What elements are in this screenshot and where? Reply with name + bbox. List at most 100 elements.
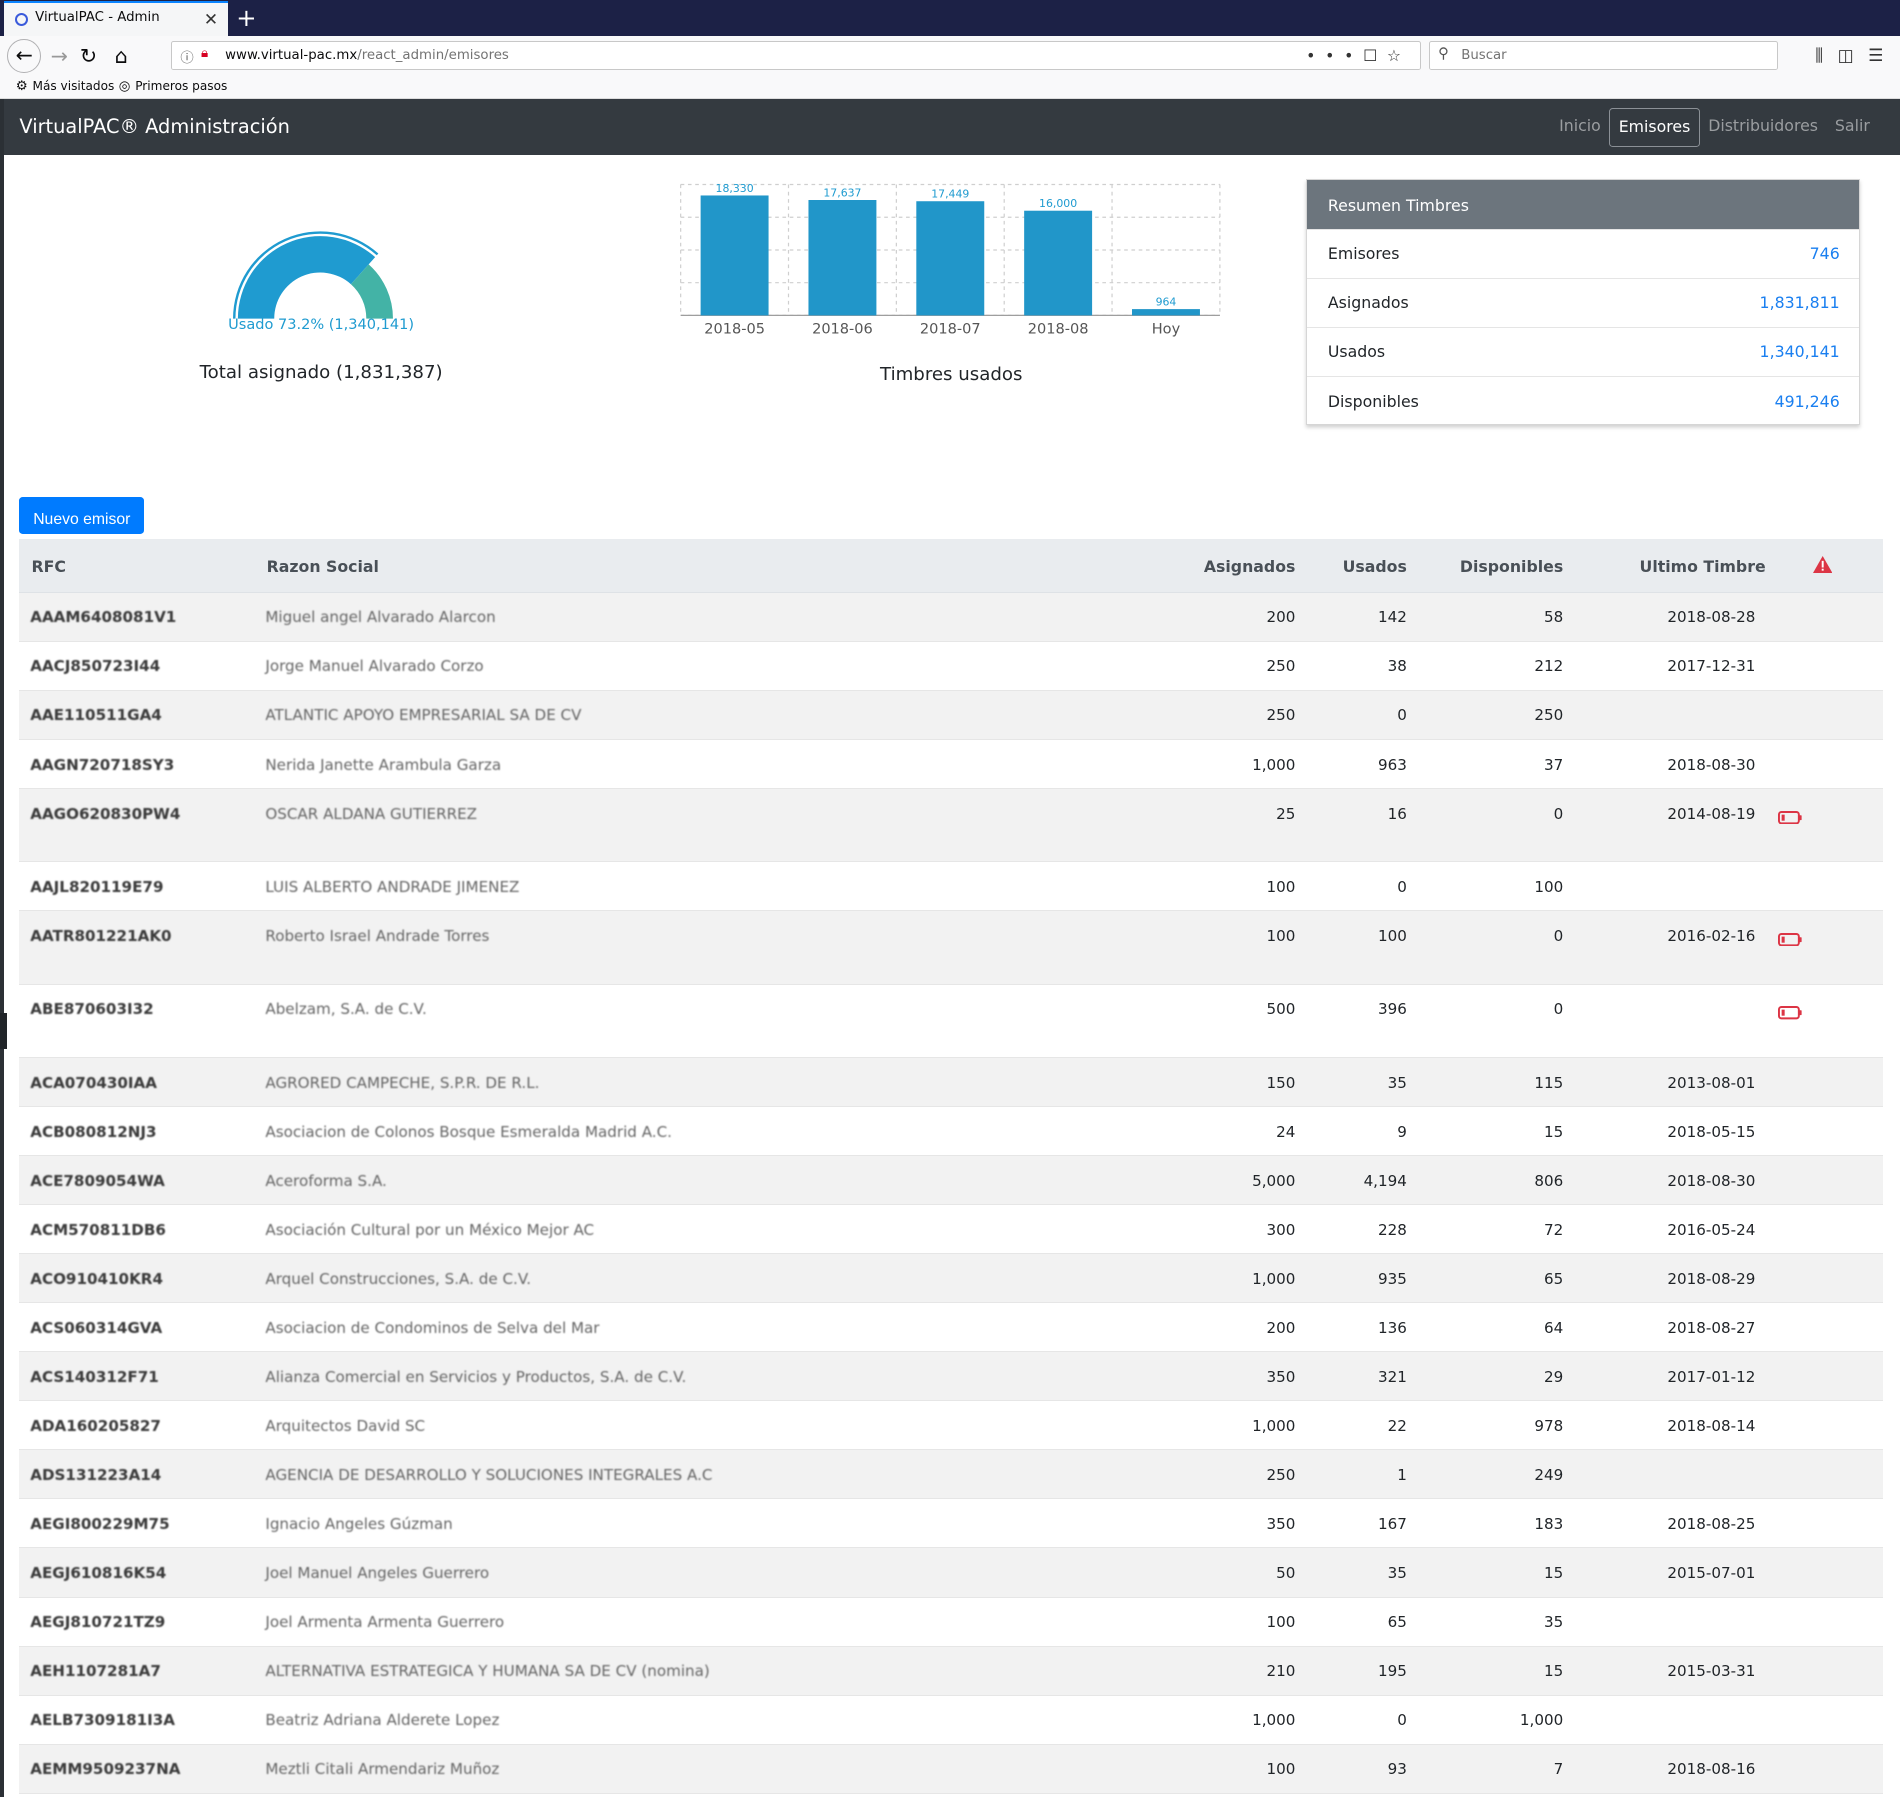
- table-row[interactable]: ADS131223A14 AGENCIA DE DESARROLLO Y SOLU…: [19, 1450, 1884, 1500]
- nav-distribuidores[interactable]: Distribuidores: [1700, 108, 1827, 147]
- nav-emisores[interactable]: Emisores: [1609, 107, 1700, 147]
- cell-usados: 22: [1387, 1417, 1407, 1435]
- app-brand[interactable]: VirtualPAC® Administración: [19, 115, 290, 138]
- tab-title: VirtualPAC - Admin: [35, 10, 160, 26]
- resumen-value[interactable]: 1,831,811: [1760, 293, 1840, 312]
- chart-data-label: 964: [1156, 295, 1177, 308]
- url-bar[interactable]: ⓘ 🔒︎ www.virtual-pac.mx/react_admin/emis…: [170, 41, 1422, 71]
- cell-disponibles: 183: [1534, 1515, 1564, 1534]
- cell-rfc: ADA160205827: [30, 1417, 161, 1435]
- close-tab-icon[interactable]: ✕: [204, 9, 218, 29]
- cell-razon-social: Beatriz Adriana Alderete Lopez: [265, 1711, 500, 1730]
- cell-razon-social: ALTERNATIVA ESTRATEGICA Y HUMANA SA DE C…: [265, 1662, 710, 1681]
- cell-usados: 142: [1378, 608, 1407, 627]
- cell-disponibles: 37: [1543, 755, 1564, 774]
- cell-razon-social: Ignacio Angeles Gúzman: [265, 1515, 453, 1534]
- cell-razon-social: Nerida Janette Arambula Garza: [265, 755, 502, 774]
- reload-icon[interactable]: ↻: [73, 41, 105, 73]
- chart-bar[interactable]: [1132, 308, 1201, 316]
- cell-usados: 65: [1387, 1613, 1407, 1632]
- cell-ultimo-timbre: 2017-12-31: [1667, 657, 1756, 676]
- table-row[interactable]: ADA160205827 Arquitectos David SC 1,000 22 9…: [19, 1401, 1884, 1451]
- table-row[interactable]: AAGN720718SY3 Nerida Janette Arambula Gar…: [19, 740, 1884, 789]
- cell-disponibles: 212: [1534, 657, 1564, 676]
- cell-ultimo-timbre: 2018-08-28: [1667, 608, 1756, 627]
- cell-usados: 0: [1397, 877, 1407, 896]
- bookmark-primeros-pasos[interactable]: ◎ Primeros pasos: [119, 79, 228, 94]
- table-row[interactable]: ACA070430IAA AGRORED CAMPECHE, S.P.R. DE …: [19, 1057, 1884, 1107]
- table-row[interactable]: AAAM6408081V1 Miguel angel Alvarado Alarc…: [19, 592, 1884, 642]
- cell-disponibles: 250: [1534, 706, 1564, 725]
- table-row[interactable]: AACJ850723I44 Jorge Manuel Alvarado Corzo…: [19, 642, 1884, 691]
- cell-razon-social: Asociacion de Condominos de Selva del Ma…: [265, 1318, 600, 1337]
- forward-arrow-icon[interactable]: →: [44, 41, 76, 73]
- info-icon[interactable]: ⓘ: [180, 47, 193, 66]
- table-row[interactable]: AEMM9509237NA Meztli Citali Armendariz Mu…: [19, 1744, 1884, 1794]
- table-row[interactable]: AEGI800229M75 Ignacio Angeles Gúzman 350 16…: [19, 1499, 1884, 1549]
- bookmark-mas-visitados[interactable]: ⚙ Más visitados: [16, 79, 115, 94]
- cell-asignados: 1,000: [1252, 755, 1296, 774]
- usage-gauge: [232, 231, 393, 319]
- url-path: /react_admin/emisores: [357, 48, 509, 64]
- col-rfc[interactable]: RFC: [31, 557, 65, 576]
- col-asignados[interactable]: Asignados: [1204, 557, 1296, 576]
- app-navbar: VirtualPAC® Administración Inicio Emisor…: [3, 99, 1900, 156]
- back-arrow-icon[interactable]: ←: [7, 38, 42, 73]
- col-disponibles[interactable]: Disponibles: [1460, 557, 1563, 576]
- nav-salir[interactable]: Salir: [1826, 108, 1878, 147]
- table-row[interactable]: ACS060314GVA Asociacion de Condominos de …: [19, 1303, 1884, 1353]
- table-row[interactable]: ACE7809054WA Aceroforma S.A. 5,000 4,194 806…: [19, 1155, 1884, 1205]
- table-row[interactable]: AAE110511GA4 ATLANTIC APOYO EMPRESARIAL S…: [19, 690, 1884, 740]
- table-row[interactable]: ACS140312F71 Alianza Comercial en Servici…: [19, 1352, 1884, 1402]
- cell-asignados: 250: [1266, 1466, 1296, 1485]
- table-row[interactable]: ACM570811DB6 Asociación Cultural por un M…: [19, 1205, 1884, 1255]
- page-actions-icons[interactable]: •••☐☆: [1306, 46, 1411, 65]
- table-row[interactable]: ABE870603I32 Abelzam, S.A. de C.V. 500 396 0: [19, 985, 1884, 1058]
- resumen-value[interactable]: 491,246: [1775, 392, 1840, 411]
- cell-ultimo-timbre: 2014-08-19: [1667, 804, 1756, 823]
- table-row[interactable]: AEH1107281A7 ALTERNATIVA ESTRATEGICA Y HU…: [19, 1646, 1884, 1696]
- resumen-value[interactable]: 1,340,141: [1760, 342, 1840, 361]
- table-row[interactable]: AEGJ810721TZ9 Joel Armenta Armenta Guerre…: [19, 1598, 1884, 1647]
- cell-razon-social: Abelzam, S.A. de C.V.: [265, 1000, 427, 1019]
- chart-data-label: 17,637: [824, 186, 862, 199]
- nuevo-emisor-button[interactable]: Nuevo emisor: [19, 496, 145, 535]
- timbres-bar-chart: 18,330 2018-05 17,637 2018-06 17,449 2018-07 1…: [680, 181, 1221, 337]
- cell-disponibles: 15: [1543, 1564, 1564, 1583]
- table-row[interactable]: AAGO620830PW4 OSCAR ALDANA GUTIERREZ 25 16 0…: [19, 788, 1884, 863]
- cell-disponibles: 64: [1543, 1318, 1564, 1337]
- cell-usados: 136: [1378, 1318, 1407, 1337]
- cell-rfc: AAAM6408081V1: [30, 608, 177, 627]
- nav-inicio[interactable]: Inicio: [1551, 108, 1610, 147]
- col-razon-social[interactable]: Razon Social: [267, 557, 379, 576]
- cell-razon-social: Joel Manuel Angeles Guerrero: [265, 1564, 490, 1583]
- table-row[interactable]: AEGJ610816K54 Joel Manuel Angeles Guerrer…: [19, 1548, 1884, 1598]
- low-battery-icon[interactable]: [1777, 810, 1802, 824]
- low-battery-icon[interactable]: [1777, 1006, 1802, 1020]
- cell-usados: 167: [1378, 1515, 1407, 1534]
- cell-usados: 100: [1378, 926, 1407, 945]
- table-row[interactable]: AELB7309181I3A Beatriz Adriana Alderete L…: [19, 1696, 1884, 1745]
- low-battery-icon[interactable]: [1777, 932, 1802, 947]
- warning-icon[interactable]: [1812, 556, 1833, 574]
- table-row[interactable]: ACB080812NJ3 Asociacion de Colonos Bosque…: [19, 1107, 1884, 1156]
- cell-razon-social: Alianza Comercial en Servicios y Product…: [265, 1367, 687, 1386]
- chart-bar[interactable]: [1024, 210, 1093, 316]
- chart-bar[interactable]: [700, 195, 769, 316]
- table-row[interactable]: AATR801221AK0 Roberto Israel Andrade Torr…: [19, 911, 1884, 985]
- cell-disponibles: 0: [1553, 804, 1564, 823]
- search-input[interactable]: ⚲ Buscar: [1428, 41, 1778, 71]
- table-row[interactable]: AAJL820119E79 LUIS ALBERTO ANDRADE JIMENE…: [19, 862, 1884, 912]
- insecure-lock-icon[interactable]: 🔒︎: [201, 46, 208, 61]
- new-tab-icon[interactable]: +: [236, 4, 256, 32]
- home-icon[interactable]: ⌂: [105, 41, 137, 73]
- resumen-value[interactable]: 746: [1810, 244, 1840, 263]
- cell-razon-social: AGRORED CAMPECHE, S.P.R. DE R.L.: [265, 1073, 540, 1092]
- table-row[interactable]: ACO910410KR4 Arquel Construcciones, S.A. …: [19, 1254, 1884, 1304]
- library-sidebar-menu-icons[interactable]: ⫼◫☰: [1815, 45, 1898, 66]
- browser-tab[interactable]: VirtualPAC - Admin ✕: [3, 1, 228, 37]
- chart-bar[interactable]: [916, 200, 985, 316]
- col-usados[interactable]: Usados: [1343, 557, 1407, 576]
- chart-bar[interactable]: [808, 199, 877, 316]
- col-ultimo-timbre[interactable]: Ultimo Timbre: [1640, 557, 1766, 576]
